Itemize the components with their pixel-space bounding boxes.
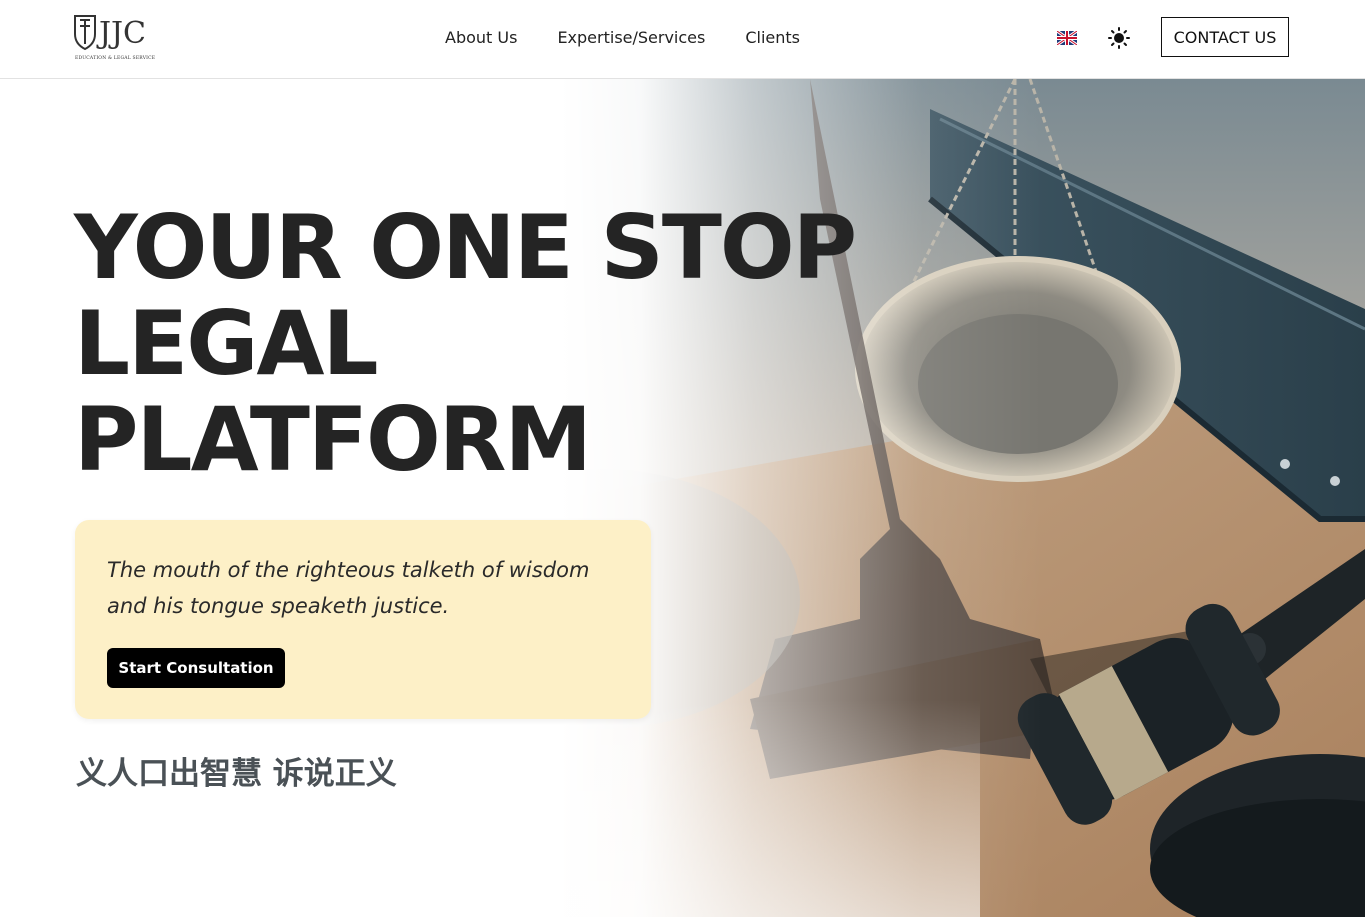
start-consultation-button[interactable]: Start Consultation	[107, 648, 285, 688]
quote-line: The mouth of the righteous talketh of wi…	[107, 558, 590, 582]
headline-line: PLATFORM	[74, 388, 592, 491]
main-nav: About Us Expertise/Services Clients	[445, 28, 800, 47]
contact-us-button[interactable]: CONTACT US	[1161, 17, 1289, 57]
quote-line: and his tongue speaketh justice.	[107, 594, 450, 618]
nav-clients[interactable]: Clients	[745, 28, 800, 47]
scripture-quote: The mouth of the righteous talketh of wi…	[107, 552, 627, 624]
site-header: JJC EDUCATION & LEGAL SERVICE About Us E…	[0, 0, 1365, 79]
chinese-quote: 义人口出智慧 诉说正义	[76, 756, 397, 792]
nav-about-us[interactable]: About Us	[445, 28, 517, 47]
headline-line: LEGAL	[74, 292, 379, 395]
uk-flag-icon[interactable]	[1057, 31, 1077, 45]
hero-headline: YOUR ONE STOP LEGAL PLATFORM	[74, 200, 874, 488]
logo-wordmark: JJC	[96, 16, 146, 51]
nav-expertise-services[interactable]: Expertise/Services	[557, 28, 705, 47]
logo-tagline: EDUCATION & LEGAL SERVICE	[75, 56, 156, 61]
shield-logo-icon: JJC	[74, 15, 146, 51]
quote-card: The mouth of the righteous talketh of wi…	[75, 520, 651, 719]
jjc-logo[interactable]: JJC EDUCATION & LEGAL SERVICE	[72, 12, 162, 66]
sun-icon[interactable]	[1108, 27, 1130, 49]
headline-line: YOUR ONE STOP	[74, 196, 857, 299]
